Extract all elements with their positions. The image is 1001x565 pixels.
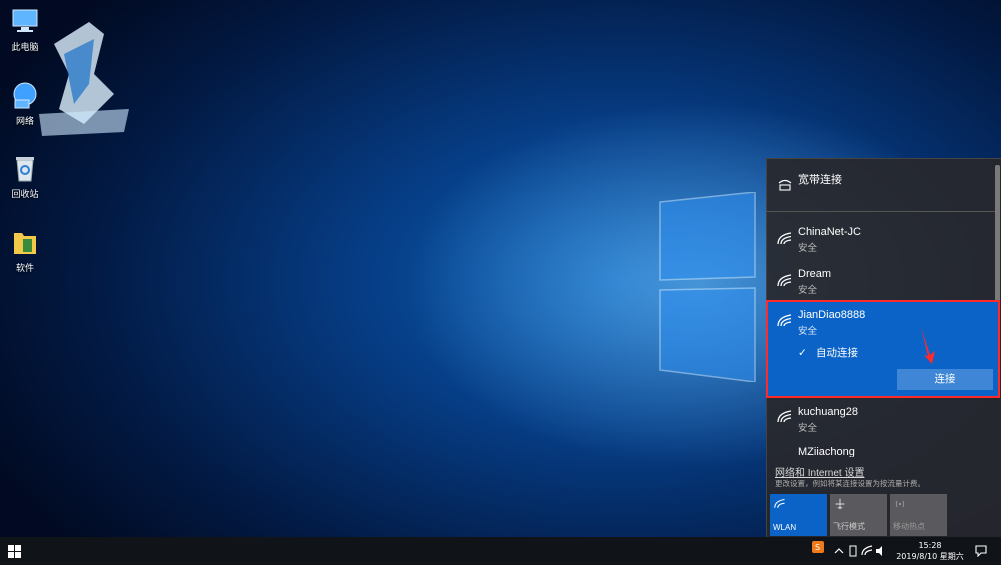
network-status: 安全 (798, 243, 818, 254)
chevron-up-icon[interactable] (833, 545, 845, 557)
tile-mobile-hotspot[interactable]: 移动热点 (890, 494, 947, 536)
panel-divider (767, 211, 995, 212)
desktop-icon-label: 回收站 (11, 190, 39, 200)
wifi-icon (777, 410, 792, 423)
network-name: MZiiachong (798, 446, 855, 457)
pointer-arrow-annotation (921, 327, 935, 364)
tile-airplane-mode[interactable]: 飞行模式 (830, 494, 887, 536)
network-name: ChinaNet-JC (798, 226, 861, 238)
hotspot-icon (895, 500, 905, 508)
network-item-broadband[interactable]: 宽带连接 (767, 167, 995, 207)
svg-text:S: S (815, 543, 820, 552)
network-name: Dream (798, 268, 832, 280)
wifi-icon (777, 274, 792, 287)
sogou-ime-icon[interactable]: S (812, 541, 824, 553)
dialup-icon (778, 179, 792, 191)
wifi-tray-icon[interactable] (861, 545, 873, 557)
clock-time: 15:28 (918, 541, 942, 550)
desktop-icon-software-folder[interactable]: 软件 (4, 227, 46, 274)
airplane-icon (835, 498, 845, 510)
network-status: 安全 (798, 423, 818, 434)
volume-icon[interactable] (875, 545, 887, 557)
action-center-icon[interactable] (975, 545, 987, 557)
tile-label: 移动热点 (893, 522, 925, 531)
network-settings-link[interactable]: 网络和 Internet 设置 (775, 464, 864, 479)
highlight-box (766, 300, 1000, 398)
tile-label: WLAN (773, 523, 797, 532)
desktop-graffiti-decoration (39, 22, 129, 136)
desktop-icon-recycle-bin[interactable]: 回收站 (4, 153, 46, 200)
taskbar: S 英 15:28 2019/8/10 星期六 (0, 537, 1001, 565)
network-status: 安全 (798, 285, 818, 296)
network-item[interactable]: Dream 安全 (767, 263, 995, 303)
network-item[interactable]: ChinaNet-JC 安全 (767, 221, 995, 261)
tile-label: 飞行模式 (833, 522, 865, 531)
network-item[interactable]: MZiiachong (767, 445, 995, 457)
folder-icon (14, 233, 36, 254)
wifi-icon (777, 232, 792, 245)
network-name: 宽带连接 (798, 174, 842, 186)
desktop-icon-label: 软件 (15, 264, 34, 274)
battery-icon[interactable] (847, 545, 859, 557)
windows-start-icon[interactable] (8, 545, 21, 558)
wifi-icon (774, 498, 785, 508)
windows-wallpaper-logo (659, 192, 756, 382)
network-settings-description: 更改设置，例如将某连接设置为按流量计费。 (775, 479, 925, 488)
tile-wlan[interactable]: WLAN (770, 494, 827, 536)
taskbar-clock[interactable]: 15:28 2019/8/10 星期六 (896, 540, 964, 562)
network-name: kuchuang28 (798, 406, 858, 418)
clock-date: 2019/8/10 星期六 (896, 552, 964, 561)
recycle-bin-icon (16, 157, 34, 182)
network-item[interactable]: kuchuang28 安全 (767, 399, 995, 439)
